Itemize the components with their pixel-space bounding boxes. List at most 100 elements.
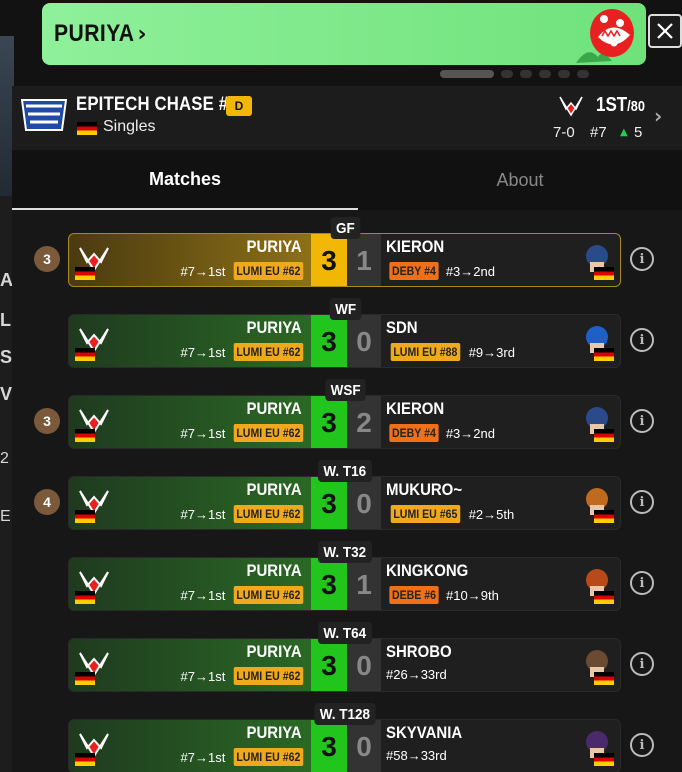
info-icon[interactable]: i [630, 490, 654, 514]
close-icon [657, 23, 673, 39]
opponent-score: 1 [347, 234, 381, 286]
player-ranking-tag: LUMI EU #62 [234, 586, 304, 604]
player-ranking-tag: LUMI EU #62 [234, 748, 304, 766]
player-seed: #7→1st [180, 263, 226, 279]
opponent-info: #26→33rd [386, 667, 447, 682]
match-row[interactable]: 4 PURIYA #7→1st LUMI EU #62 3 0 MUKURO~ … [0, 460, 682, 531]
player-score: 3 [311, 234, 347, 286]
player-name: PURIYA [246, 561, 302, 580]
opponent-name: MUKURO~ [386, 480, 463, 499]
opponent-name: KIERON [386, 399, 445, 418]
germany-flag-icon [594, 267, 614, 280]
player-info: #7→1st LUMI EU #62 [181, 424, 309, 442]
player-seed: #7→1st [180, 668, 226, 684]
close-button[interactable] [648, 14, 682, 48]
round-label: W. T128 [314, 703, 376, 725]
opponent-score: 2 [347, 396, 381, 448]
opponent-name: KIERON [386, 237, 445, 256]
germany-flag-icon [75, 348, 95, 361]
round-label: WSF [324, 379, 366, 401]
player-info: #7→1st LUMI EU #62 [181, 586, 309, 604]
chevron-right-icon: › [137, 21, 147, 47]
germany-flag-icon [75, 591, 95, 604]
match-card[interactable]: PURIYA #7→1st LUMI EU #62 3 0 SHROBO #26… [68, 638, 621, 692]
match-card[interactable]: PURIYA #7→1st LUMI EU #62 3 1 KINGKONG D… [68, 557, 621, 611]
player-score: 3 [311, 396, 347, 448]
germany-flag-icon [594, 348, 614, 361]
opponent-info: DEBE #6 #10→9th [386, 586, 499, 604]
player-name: PURIYA [246, 318, 302, 337]
opponent-info: LUMI EU #65 #2→5th [386, 505, 514, 523]
match-card[interactable]: PURIYA #7→1st LUMI EU #62 3 2 KIERON DEB… [68, 395, 621, 449]
player-info: #7→1st LUMI EU #62 [181, 748, 309, 766]
opponent-name: KINGKONG [386, 561, 469, 580]
match-card[interactable]: PURIYA #7→1st LUMI EU #62 3 0 MUKURO~ LU… [68, 476, 621, 530]
info-icon[interactable]: i [630, 571, 654, 595]
player-seed: #7→1st [180, 506, 226, 522]
tournament-format: Singles [103, 118, 156, 135]
match-row[interactable]: 3 PURIYA #7→1st LUMI EU #62 3 1 KIERON D… [0, 217, 682, 288]
info-icon[interactable]: i [630, 328, 654, 352]
carousel-dot[interactable] [577, 70, 589, 78]
player-name: PURIYA [246, 723, 302, 742]
tab-bar: Matches About [12, 150, 682, 210]
opponent-seed: #9→3rd [468, 344, 515, 360]
carousel-dot[interactable] [539, 70, 551, 78]
player-info: #7→1st LUMI EU #62 [181, 505, 309, 523]
opponent-info: DEBY #4 #3→2nd [386, 262, 495, 280]
player-score: 3 [311, 477, 347, 529]
match-row[interactable]: PURIYA #7→1st LUMI EU #62 3 0 SHROBO #26… [0, 622, 682, 693]
info-icon[interactable]: i [630, 409, 654, 433]
player-seed: #7→1st [180, 344, 226, 360]
germany-flag-icon [75, 672, 95, 685]
opponent-name: SKYVANIA [386, 723, 463, 742]
opponent-seed: #26→33rd [386, 667, 447, 682]
germany-flag-icon [75, 510, 95, 523]
germany-flag-icon [77, 122, 97, 135]
germany-flag-icon [594, 753, 614, 766]
player-ranking-tag: LUMI EU #62 [234, 667, 304, 685]
match-card[interactable]: PURIYA #7→1st LUMI EU #62 3 0 SKYVANIA #… [68, 719, 621, 772]
match-card[interactable]: PURIYA #7→1st LUMI EU #62 3 0 SDN LUMI E… [68, 314, 621, 368]
match-row[interactable]: PURIYA #7→1st LUMI EU #62 3 1 KINGKONG D… [0, 541, 682, 612]
match-card[interactable]: PURIYA #7→1st LUMI EU #62 3 1 KIERON DEB… [68, 233, 621, 287]
player-seed: #7→1st [180, 425, 226, 441]
opponent-info: LUMI EU #88 #9→3rd [386, 343, 515, 361]
opponent-name: SHROBO [386, 642, 452, 661]
banner-player-name: PURIYA [54, 20, 135, 47]
info-icon[interactable]: i [630, 652, 654, 676]
info-icon[interactable]: i [630, 733, 654, 757]
match-row[interactable]: PURIYA #7→1st LUMI EU #62 3 0 SKYVANIA #… [0, 703, 682, 772]
tab-about[interactable]: About [358, 150, 682, 210]
match-row[interactable]: PURIYA #7→1st LUMI EU #62 3 0 SDN LUMI E… [0, 298, 682, 369]
carousel-dot[interactable] [520, 70, 532, 78]
germany-flag-icon [594, 510, 614, 523]
opponent-score: 0 [347, 315, 381, 367]
game-count-badge: 3 [34, 408, 60, 434]
player-info: #7→1st LUMI EU #62 [181, 343, 309, 361]
germany-flag-icon [594, 591, 614, 604]
tab-matches[interactable]: Matches [12, 150, 358, 210]
chevron-right-icon[interactable]: › [654, 104, 662, 128]
round-label: GF [330, 217, 360, 239]
carousel-dot-active[interactable] [440, 70, 494, 78]
match-row[interactable]: 3 PURIYA #7→1st LUMI EU #62 3 2 KIERON D… [0, 379, 682, 450]
opponent-seed: #3→2nd [445, 263, 495, 279]
opponent-seed: #58→33rd [386, 748, 447, 763]
seed: #7 [590, 124, 607, 141]
player-banner[interactable]: PURIYA › [42, 3, 646, 65]
player-score: 3 [311, 639, 347, 691]
background-text: 2 [0, 450, 9, 467]
player-seed: #7→1st [180, 749, 226, 765]
seed-change: 5 [634, 124, 643, 141]
info-icon[interactable]: i [630, 247, 654, 271]
tier-badge: D [226, 96, 252, 116]
opponent-ranking-tag: LUMI EU #88 [390, 343, 460, 361]
round-label: WF [329, 298, 362, 320]
game-count-badge: 3 [34, 246, 60, 272]
opponent-seed: #3→2nd [445, 425, 495, 441]
carousel-dot[interactable] [558, 70, 570, 78]
carousel-dot[interactable] [501, 70, 513, 78]
player-info: #7→1st LUMI EU #62 [181, 262, 309, 280]
opponent-name: SDN [386, 318, 418, 337]
